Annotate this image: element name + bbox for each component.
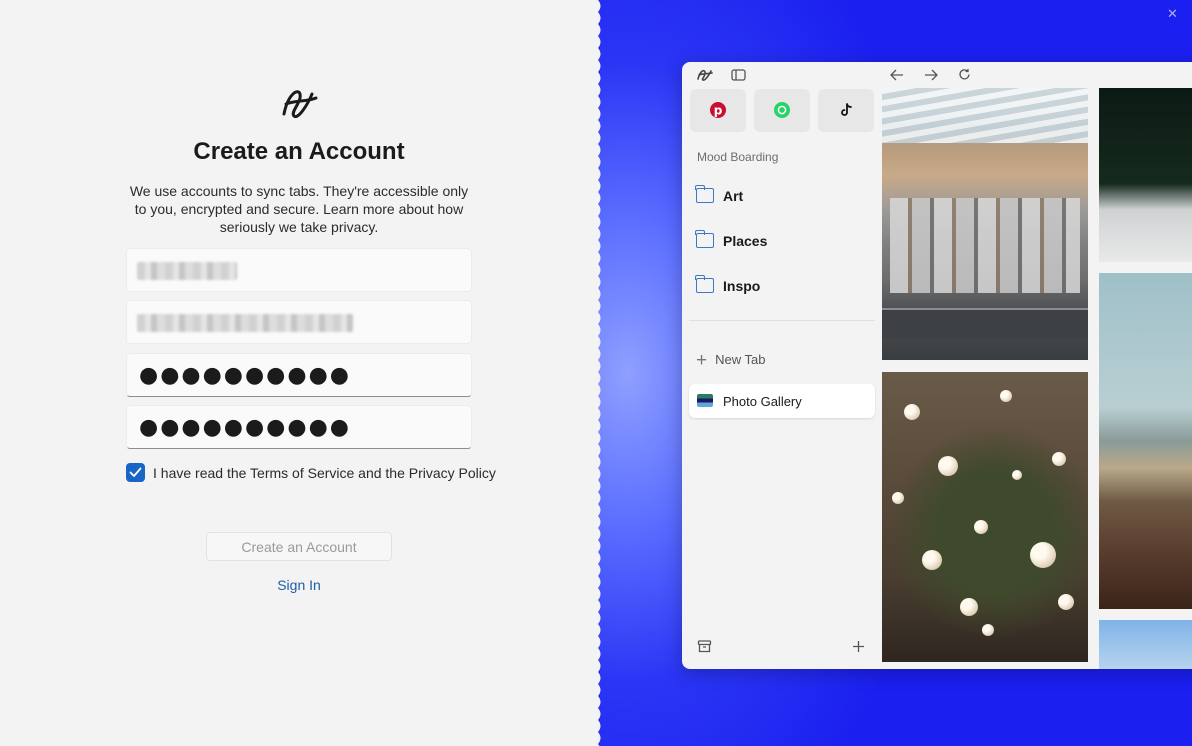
- arc-small-logo-icon[interactable]: [696, 68, 714, 82]
- tab-photo-gallery[interactable]: Photo Gallery: [689, 384, 875, 418]
- password-field[interactable]: ●●●●●●●●●●: [126, 353, 472, 397]
- folder-label: Art: [723, 188, 744, 204]
- gallery-photo-sky[interactable]: [1099, 620, 1192, 669]
- folder-icon: [695, 275, 714, 293]
- browser-preview: p Mood Boarding Art Places Inspo + New Ta…: [682, 62, 1192, 669]
- gallery-favicon-icon: [697, 394, 713, 407]
- archive-icon[interactable]: [697, 639, 712, 654]
- gallery-photo-lights[interactable]: [882, 372, 1088, 662]
- forward-arrow-icon[interactable]: [924, 69, 938, 81]
- sidebar-toggle-icon[interactable]: [731, 69, 746, 81]
- pinned-pinterest[interactable]: p: [690, 89, 746, 132]
- space-section-label: Mood Boarding: [697, 150, 779, 164]
- gallery-photo-beach[interactable]: [882, 88, 1088, 360]
- email-field[interactable]: [126, 300, 472, 344]
- gallery-photo-landscape[interactable]: [1099, 273, 1192, 609]
- arc-logo-icon: [282, 90, 318, 119]
- whatsapp-icon: [774, 102, 790, 118]
- checkmark-icon: [129, 467, 142, 477]
- tiktok-icon: [838, 102, 854, 118]
- folder-label: Places: [723, 233, 768, 249]
- folder-icon: [695, 230, 714, 248]
- svg-text:p: p: [714, 104, 723, 118]
- folder-icon: [695, 185, 714, 203]
- new-tab-label: New Tab: [715, 352, 766, 367]
- sign-in-link[interactable]: Sign In: [0, 577, 598, 593]
- gallery-photo-snow[interactable]: [1099, 88, 1192, 262]
- add-icon[interactable]: [852, 640, 865, 653]
- plus-icon: +: [696, 350, 708, 371]
- description-text: We use accounts to sync tabs. They're ac…: [129, 183, 469, 235]
- name-field[interactable]: [126, 248, 472, 292]
- new-tab-button[interactable]: + New Tab: [696, 348, 766, 371]
- reload-icon[interactable]: [958, 68, 971, 81]
- wavy-divider: [590, 0, 601, 746]
- close-icon[interactable]: ✕: [1167, 6, 1178, 22]
- sidebar-divider: [689, 320, 875, 321]
- pinterest-icon: p: [710, 102, 726, 118]
- signup-panel: Create an Account We use accounts to syn…: [0, 0, 598, 746]
- password-value: ●●●●●●●●●●: [139, 363, 351, 388]
- folder-label: Inspo: [723, 278, 761, 294]
- page-title: Create an Account: [193, 138, 405, 165]
- tab-label: Photo Gallery: [723, 394, 802, 409]
- redacted-email: [137, 314, 353, 332]
- create-account-button[interactable]: Create an Account: [206, 532, 392, 561]
- back-arrow-icon[interactable]: [890, 69, 904, 81]
- terms-label: I have read the Terms of Service and the…: [153, 465, 496, 481]
- confirm-password-value: ●●●●●●●●●●: [139, 415, 351, 440]
- terms-checkbox[interactable]: [126, 463, 145, 482]
- pinned-tiktok[interactable]: [818, 89, 874, 132]
- pinned-whatsapp[interactable]: [754, 89, 810, 132]
- redacted-name: [137, 262, 237, 280]
- confirm-password-field[interactable]: ●●●●●●●●●●: [126, 405, 472, 449]
